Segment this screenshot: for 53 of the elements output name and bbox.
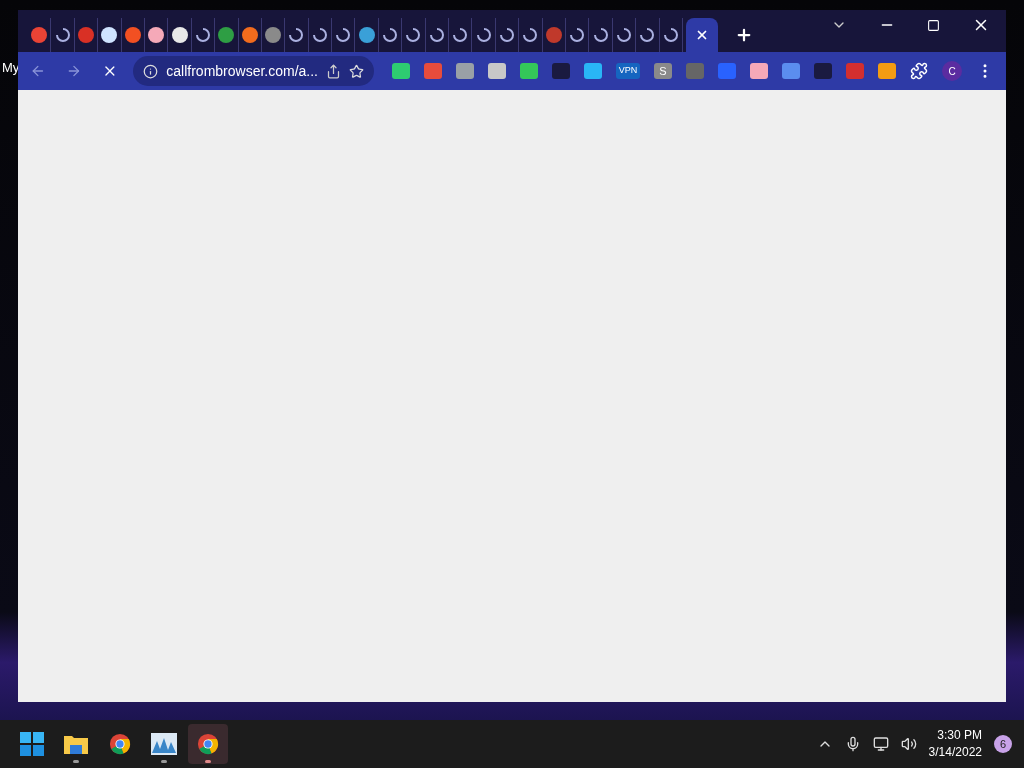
volume-icon[interactable] [900,736,917,752]
tab-favicon-icon [124,27,141,43]
tab-favicon-icon [265,27,282,43]
extension-icon[interactable]: VPN [616,63,640,79]
info-icon[interactable] [143,63,159,79]
extensions-icon[interactable] [910,62,928,80]
tab-favicon-icon [545,27,562,43]
network-icon[interactable] [872,736,889,752]
chrome-icon [197,733,219,755]
loading-spinner-icon [500,28,514,42]
profile-avatar[interactable]: C [942,61,962,81]
tab-favicon-icon [358,27,375,43]
url-text: callfrombrowser.com/a... [166,61,318,81]
loading-spinner-icon [523,28,538,42]
tab-favicon-icon [101,27,118,43]
taskbar-app[interactable] [188,724,228,764]
loading-spinner-icon [476,28,491,42]
loading-spinner-icon [453,28,468,42]
loading-spinner-icon [289,28,304,42]
loading-spinner-icon [195,28,210,42]
loading-spinner-icon [570,28,585,42]
running-indicator [161,760,167,763]
tab-favicon-icon [31,27,48,43]
clock-date[interactable]: 3/14/2022 [928,744,982,761]
desktop-icon-label: My [2,59,20,77]
notification-badge[interactable]: 6 [994,735,1012,753]
running-indicator [73,760,79,763]
tab-favicon-icon [148,27,165,43]
running-indicator [205,760,211,763]
loading-spinner-icon [663,28,678,42]
loading-spinner-icon [593,28,608,42]
maximize-icon[interactable] [927,18,940,32]
clock-time[interactable]: 3:30 PM [937,727,982,744]
share-icon[interactable] [326,63,341,79]
loading-spinner-icon [336,28,351,42]
loading-spinner-icon [640,28,655,42]
tab-favicon-icon [241,27,258,43]
chrome-icon [109,733,131,755]
loading-spinner-icon [616,28,631,42]
chart-window-icon [151,733,177,755]
folder-icon [63,733,89,755]
tab-favicon-icon [77,27,94,43]
bookmark-star-icon[interactable] [349,63,364,79]
loading-spinner-icon [406,28,421,42]
tab-favicon-icon [171,27,188,43]
browser-tab[interactable] [685,18,718,52]
loading-spinner-icon [429,28,444,42]
windows-logo-icon [20,732,44,756]
loading-spinner-icon [383,28,398,42]
loading-spinner-icon [55,28,70,42]
loading-spinner-icon [312,28,327,42]
address-bar[interactable]: callfrombrowser.com/a... [133,56,374,86]
tab-favicon-icon [218,27,235,43]
